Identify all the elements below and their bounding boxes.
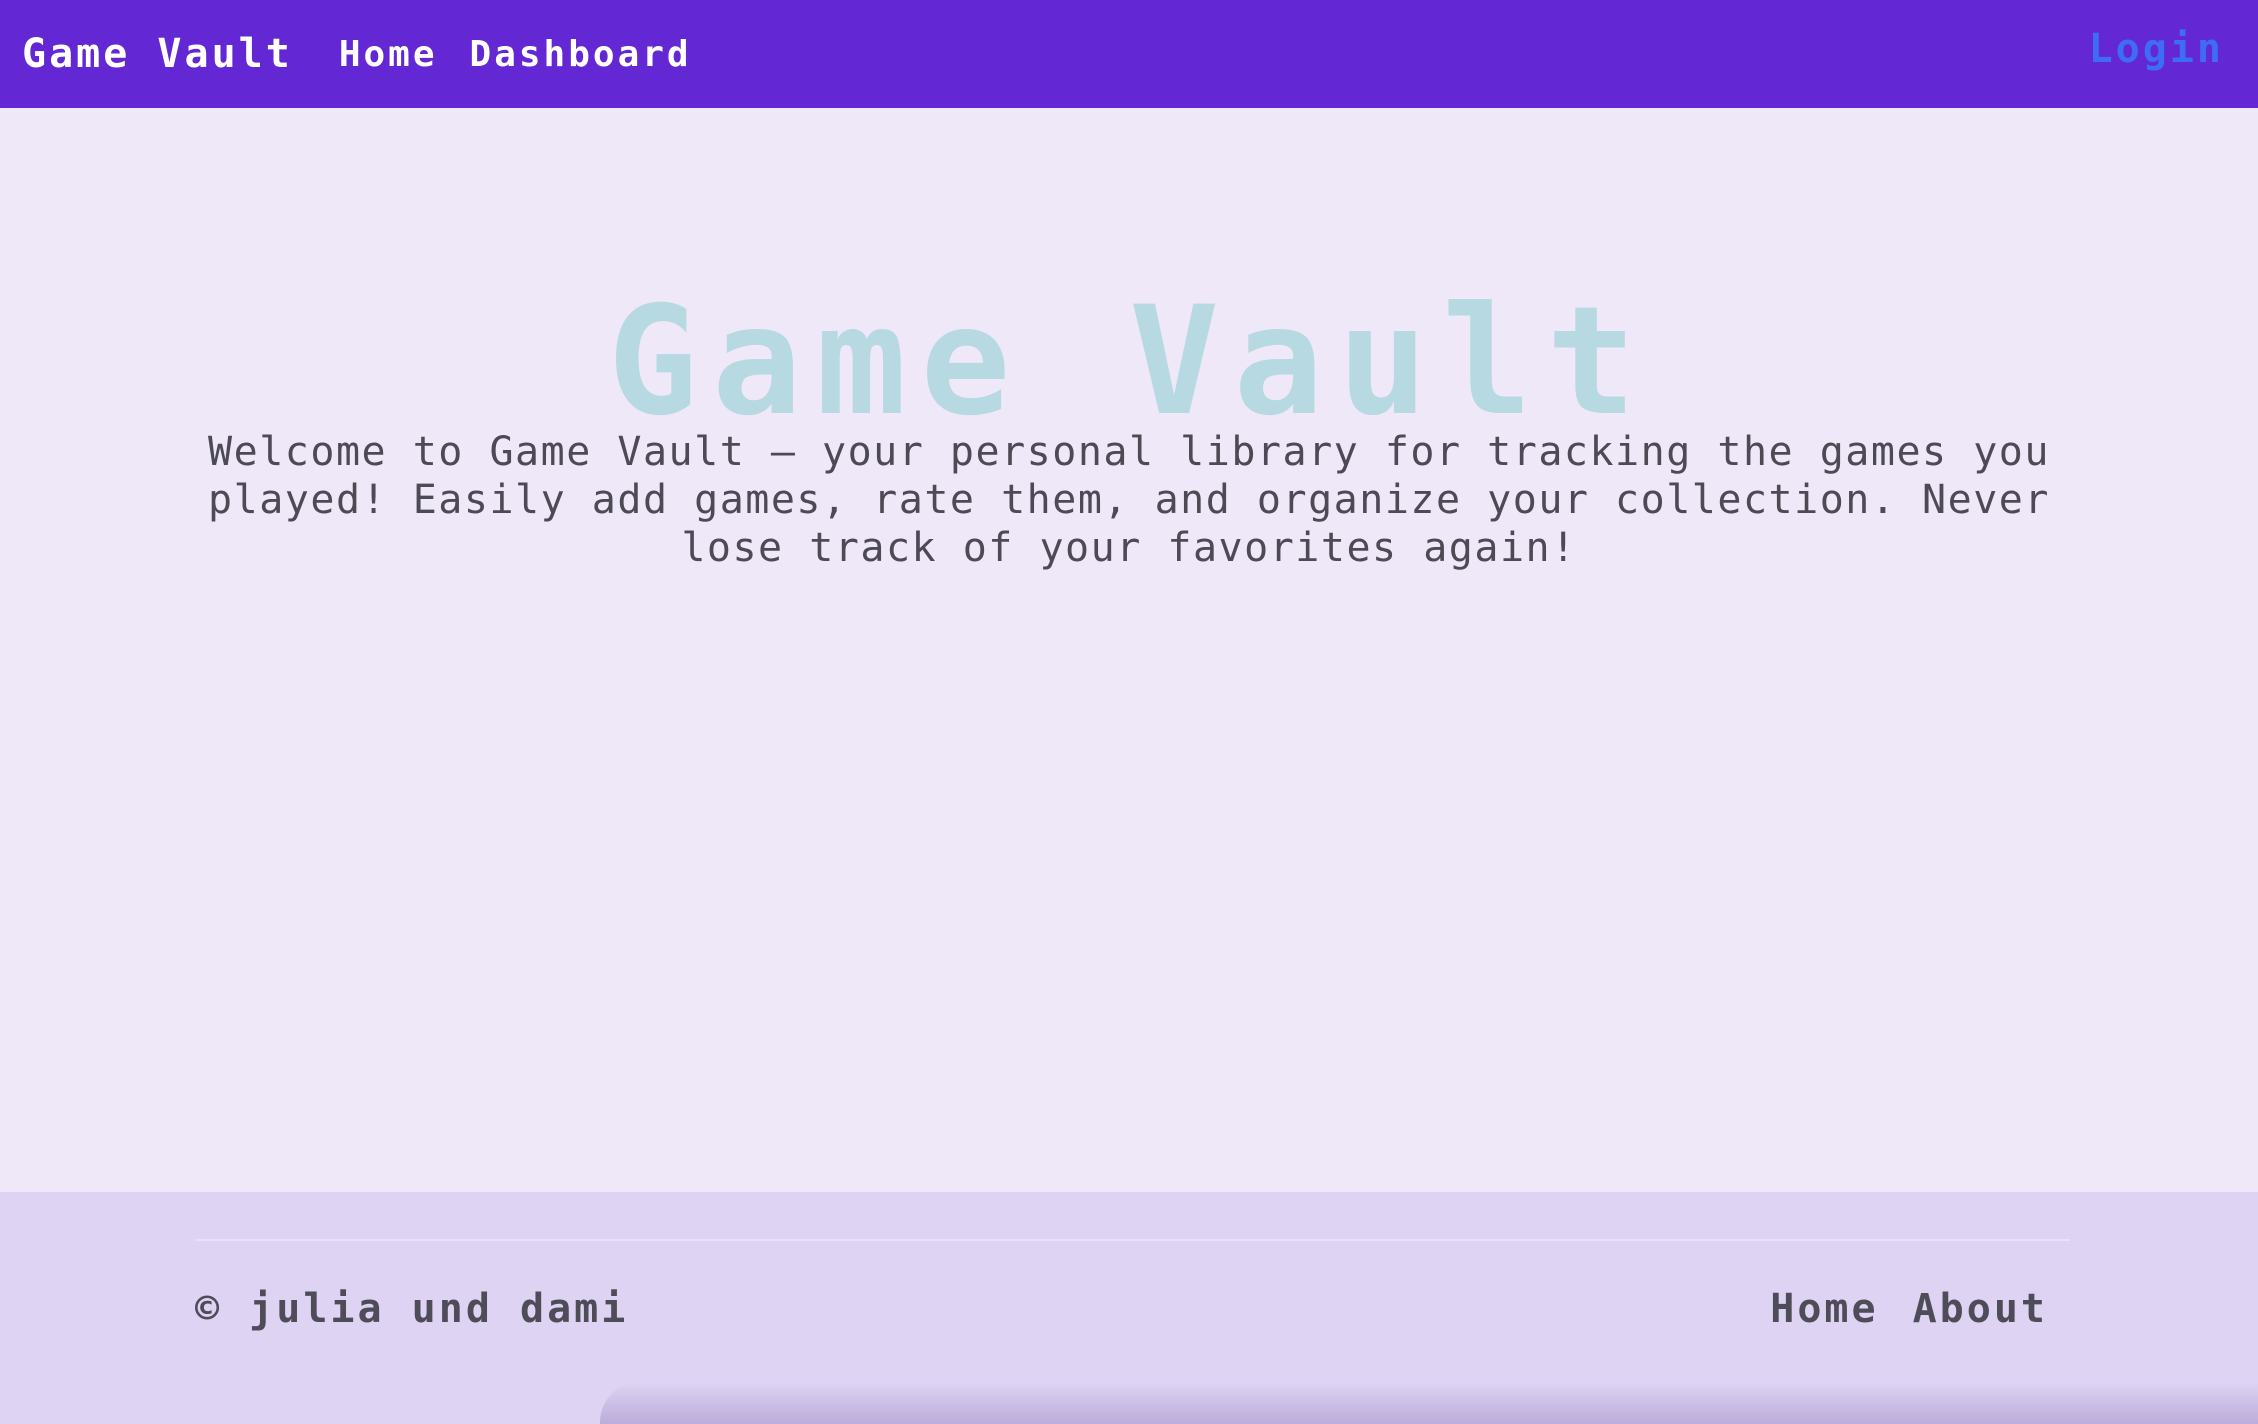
brand-link[interactable]: Game Vault (22, 31, 293, 77)
login-link[interactable]: Login (2089, 26, 2224, 72)
top-navbar: Game Vault Home Dashboard Login (0, 0, 2258, 108)
footer-shadow (600, 1382, 2258, 1424)
nav-dashboard-link[interactable]: Dashboard (470, 34, 692, 75)
nav-home-link[interactable]: Home (339, 34, 438, 75)
footer-divider (195, 1239, 2070, 1241)
footer-copyright: © julia und dami (195, 1286, 629, 1332)
footer-nav: Home About (1770, 1286, 2048, 1332)
hero-title: Game Vault (607, 274, 1651, 449)
page-footer: © julia und dami Home About (0, 1192, 2258, 1424)
footer-home-link[interactable]: Home (1770, 1286, 1878, 1332)
footer-about-link[interactable]: About (1913, 1286, 2048, 1332)
intro-paragraph: Welcome to Game Vault – your personal li… (208, 429, 2050, 571)
